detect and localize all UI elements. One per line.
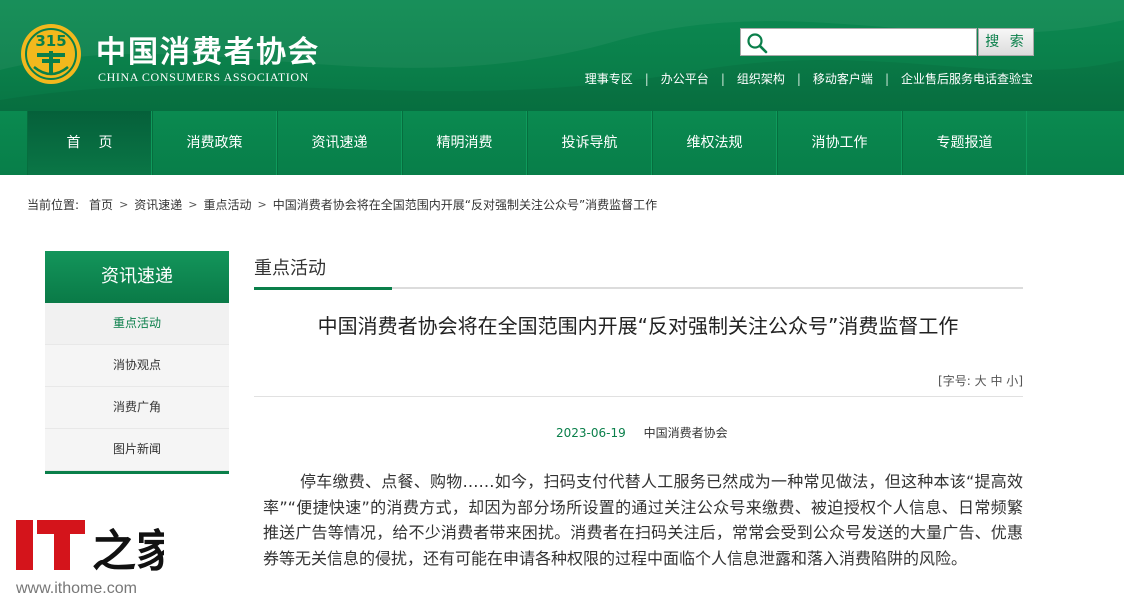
link-separator: | [720, 71, 725, 86]
main-nav: 首页 消费政策 资讯速递 精明消费 投诉导航 维权法规 消协工作 专题报道 [0, 111, 1124, 175]
watermark-url: www.ithome.com [16, 580, 137, 597]
nav-item-smart-consumption[interactable]: 精明消费 [402, 111, 527, 175]
site-title: 中国消费者协会 [96, 35, 320, 70]
breadcrumb-label: 当前位置: [27, 198, 80, 212]
font-size-label: [字号: [938, 374, 971, 388]
sidebar-item-photo-news[interactable]: 图片新闻 [45, 429, 229, 471]
font-size-small[interactable]: 小 [1006, 374, 1018, 388]
nav-item-news[interactable]: 资讯速递 [277, 111, 402, 175]
sidebar-item-key-activities[interactable]: 重点活动 [45, 303, 229, 345]
link-council-area[interactable]: 理事专区 [585, 70, 633, 87]
article-meta: 2023-06-19 中国消费者协会 [556, 424, 728, 441]
meta-divider [254, 396, 1023, 397]
nav-item-home[interactable]: 首页 [27, 111, 152, 175]
breadcrumb-key-activities[interactable]: 重点活动 [204, 196, 252, 213]
logo-text: 315 [35, 32, 66, 50]
breadcrumb-home[interactable]: 首页 [89, 196, 113, 213]
breadcrumb-current: 中国消费者协会将在全国范围内开展“反对强制关注公众号”消费监督工作 [272, 198, 658, 212]
article-source: 中国消费者协会 [643, 426, 728, 440]
link-organization[interactable]: 组织架构 [737, 70, 785, 87]
sidebar-item-consumer-perspective[interactable]: 消费广角 [45, 387, 229, 429]
section-divider [254, 287, 1023, 290]
link-separator: | [796, 71, 801, 86]
breadcrumb: 当前位置: 首页 > 资讯速递 > 重点活动 > 中国消费者协会将在全国范围内开… [27, 196, 657, 213]
nav-item-policy[interactable]: 消费政策 [152, 111, 277, 175]
top-links: 理事专区 | 办公平台 | 组织架构 | 移动客户端 | 企业售后服务电话查验宝 [585, 70, 1033, 87]
search-button[interactable]: 搜 索 [978, 28, 1034, 56]
breadcrumb-arrow-icon: > [188, 198, 198, 211]
search-input[interactable] [771, 31, 971, 53]
breadcrumb-news[interactable]: 资讯速递 [134, 196, 182, 213]
nav-item-special-reports[interactable]: 专题报道 [902, 111, 1027, 175]
sidebar: 资讯速递 重点活动 消协观点 消费广角 图片新闻 [45, 251, 229, 474]
page: 315 中国消费者协会 CHINA CONSUMERS ASSOCIATION … [0, 0, 1124, 613]
link-separator: | [644, 71, 649, 86]
article-title: 中国消费者协会将在全国范围内开展“反对强制关注公众号”消费监督工作 [317, 314, 959, 338]
breadcrumb-arrow-icon: > [257, 198, 267, 211]
sidebar-title: 资讯速递 [45, 251, 229, 303]
breadcrumb-arrow-icon: > [119, 198, 129, 211]
link-mobile-client[interactable]: 移动客户端 [813, 70, 873, 87]
sidebar-bottom-border [45, 471, 229, 474]
nav-item-regulations[interactable]: 维权法规 [652, 111, 777, 175]
font-size-close: ] [1018, 374, 1023, 388]
sidebar-item-viewpoints[interactable]: 消协观点 [45, 345, 229, 387]
search-icon [747, 33, 768, 54]
site-header: 315 中国消费者协会 CHINA CONSUMERS ASSOCIATION … [0, 0, 1124, 111]
nav-item-association-work[interactable]: 消协工作 [777, 111, 902, 175]
link-separator: | [884, 71, 889, 86]
link-office-platform[interactable]: 办公平台 [661, 70, 709, 87]
search-box [740, 28, 977, 56]
font-size-large[interactable]: 大 [975, 374, 987, 388]
font-size-medium[interactable]: 中 [990, 374, 1002, 388]
font-size-control: [字号: 大 中 小] [938, 372, 1023, 389]
site-subtitle: CHINA CONSUMERS ASSOCIATION [98, 70, 309, 84]
article-body: 停车缴费、点餐、购物……如今，扫码支付代替人工服务已然成为一种常见做法，但这种本… [263, 472, 1023, 568]
section-title: 重点活动 [254, 258, 326, 279]
nav-item-complaint-guide[interactable]: 投诉导航 [527, 111, 652, 175]
cca-logo-icon[interactable]: 315 [20, 23, 82, 85]
svg-text:之家: 之家 [92, 526, 164, 577]
article-date: 2023-06-19 [556, 426, 626, 440]
link-service-phone-check[interactable]: 企业售后服务电话查验宝 [901, 70, 1033, 87]
